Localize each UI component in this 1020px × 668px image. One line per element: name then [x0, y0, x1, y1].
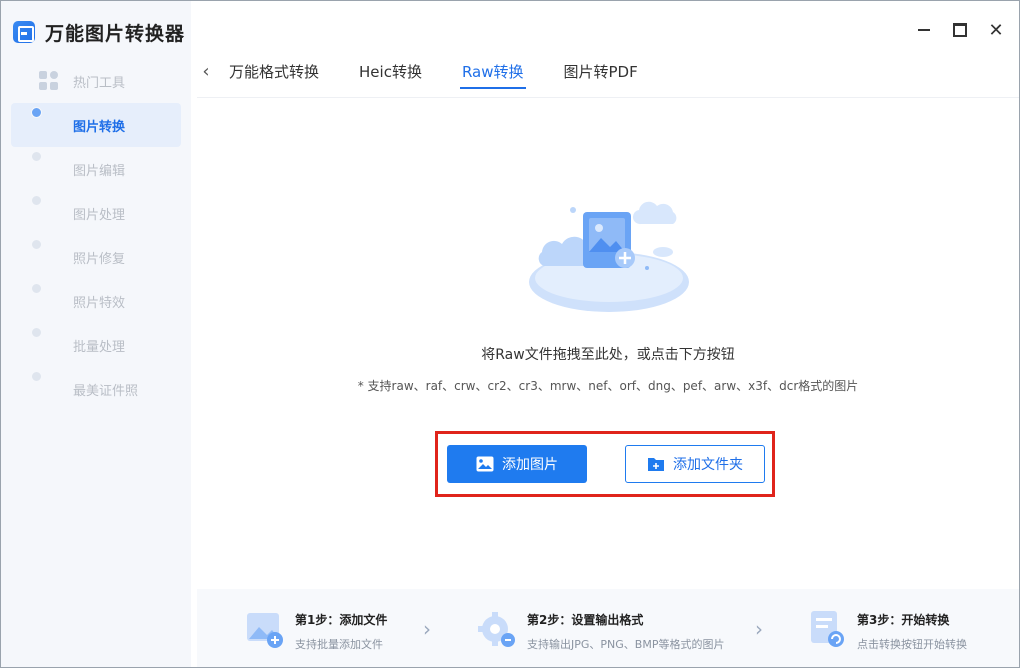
- drop-title: 将Raw文件拖拽至此处，或点击下方按钮: [481, 347, 735, 363]
- add-folder-label: 添加文件夹: [673, 457, 743, 473]
- sidebar-item-image-process[interactable]: 图片处理: [11, 191, 181, 235]
- step-arrow-icon: ›: [755, 617, 763, 641]
- sidebar-item-photo-effect[interactable]: 照片特效: [11, 279, 181, 323]
- sidebar-item-label: 图片处理: [73, 207, 126, 223]
- image-process-icon: [39, 203, 59, 223]
- step-desc: 支持输出JPG、PNG、BMP等格式的图片: [527, 638, 725, 651]
- grid-icon: [39, 71, 59, 91]
- add-folder-button[interactable]: 添加文件夹: [625, 445, 765, 483]
- close-button[interactable]: ✕: [985, 19, 1007, 41]
- sidebar-item-label: 图片编辑: [73, 163, 126, 179]
- app-brand: 万能图片转换器: [13, 17, 185, 47]
- sidebar-item-label: 最美证件照: [73, 383, 139, 399]
- sidebar-nav: 热门工具 图片转换 图片编辑 图片处理 照片修复 照片特效 批量处理 最美证件照: [11, 59, 181, 411]
- convert-icon: [811, 611, 844, 647]
- app-title: 万能图片转换器: [45, 22, 186, 45]
- id-photo-icon: [39, 379, 59, 399]
- sidebar-item-hot-tools[interactable]: 热门工具: [11, 59, 181, 103]
- add-file-icon: [247, 613, 283, 648]
- step-desc: 点击转换按钮开始转换: [857, 638, 967, 651]
- tab-image-to-pdf[interactable]: 图片转PDF: [562, 53, 640, 89]
- step-title: 第3步：开始转换: [857, 613, 950, 627]
- step-arrow-icon: ›: [423, 617, 431, 641]
- step-title: 第2步：设置输出格式: [527, 613, 644, 627]
- sidebar-item-image-convert[interactable]: 图片转换: [11, 103, 181, 147]
- photo-effect-icon: [39, 291, 59, 311]
- sidebar-item-label: 批量处理: [73, 339, 126, 355]
- add-image-button[interactable]: 添加图片: [447, 445, 587, 483]
- folder-plus-icon: [648, 458, 664, 471]
- sidebar-item-id-photo[interactable]: 最美证件照: [11, 367, 181, 411]
- image-edit-icon: [39, 159, 59, 179]
- photo-repair-icon: [39, 247, 59, 267]
- sidebar-item-photo-repair[interactable]: 照片修复: [11, 235, 181, 279]
- upload-illustration-icon: [529, 201, 689, 312]
- step-2: 第2步：设置输出格式 支持输出JPG、PNG、BMP等格式的图片: [477, 609, 724, 652]
- sidebar-item-label: 照片修复: [73, 251, 126, 267]
- sidebar-item-label: 照片特效: [73, 295, 126, 311]
- supported-formats-hint: * 支持raw、raf、crw、cr2、cr3、mrw、nef、orf、dng、…: [357, 379, 859, 393]
- drop-zone[interactable]: 将Raw文件拖拽至此处，或点击下方按钮 * 支持raw、raf、crw、cr2、…: [197, 97, 1019, 587]
- sidebar: 万能图片转换器 热门工具 图片转换 图片编辑 图片处理 照片修复 照片特效 批量…: [1, 1, 191, 667]
- sidebar-item-image-edit[interactable]: 图片编辑: [11, 147, 181, 191]
- step-title: 第1步：添加文件: [295, 613, 388, 627]
- steps-bar: 第1步：添加文件 支持批量添加文件 › 第2步：设置输出格式 支持输出JPG、P…: [197, 589, 1019, 667]
- settings-gear-icon: [478, 612, 515, 647]
- app-window: 万能图片转换器 热门工具 图片转换 图片编辑 图片处理 照片修复 照片特效 批量…: [0, 0, 1020, 668]
- tab-universal-format[interactable]: 万能格式转换: [227, 53, 321, 89]
- sidebar-item-label: 热门工具: [73, 75, 126, 91]
- maximize-button[interactable]: [949, 19, 971, 41]
- back-chevron-icon[interactable]: ‹: [191, 53, 221, 89]
- step-desc: 支持批量添加文件: [295, 638, 383, 651]
- step-3: 第3步：开始转换 点击转换按钮开始转换: [807, 609, 967, 652]
- image-icon: [476, 456, 494, 472]
- tab-raw[interactable]: Raw转换: [459, 53, 526, 89]
- tab-bar: ‹ 万能格式转换 Heic转换 Raw转换 图片转PDF: [191, 53, 1019, 93]
- sidebar-item-label: 图片转换: [73, 119, 126, 135]
- tab-heic[interactable]: Heic转换: [357, 53, 424, 89]
- app-logo-icon: [13, 21, 35, 43]
- image-convert-icon: [39, 115, 59, 135]
- sidebar-item-batch[interactable]: 批量处理: [11, 323, 181, 367]
- minimize-button[interactable]: [913, 19, 935, 41]
- step-1: 第1步：添加文件 支持批量添加文件: [245, 609, 387, 652]
- add-image-label: 添加图片: [502, 457, 558, 473]
- batch-icon: [39, 335, 59, 355]
